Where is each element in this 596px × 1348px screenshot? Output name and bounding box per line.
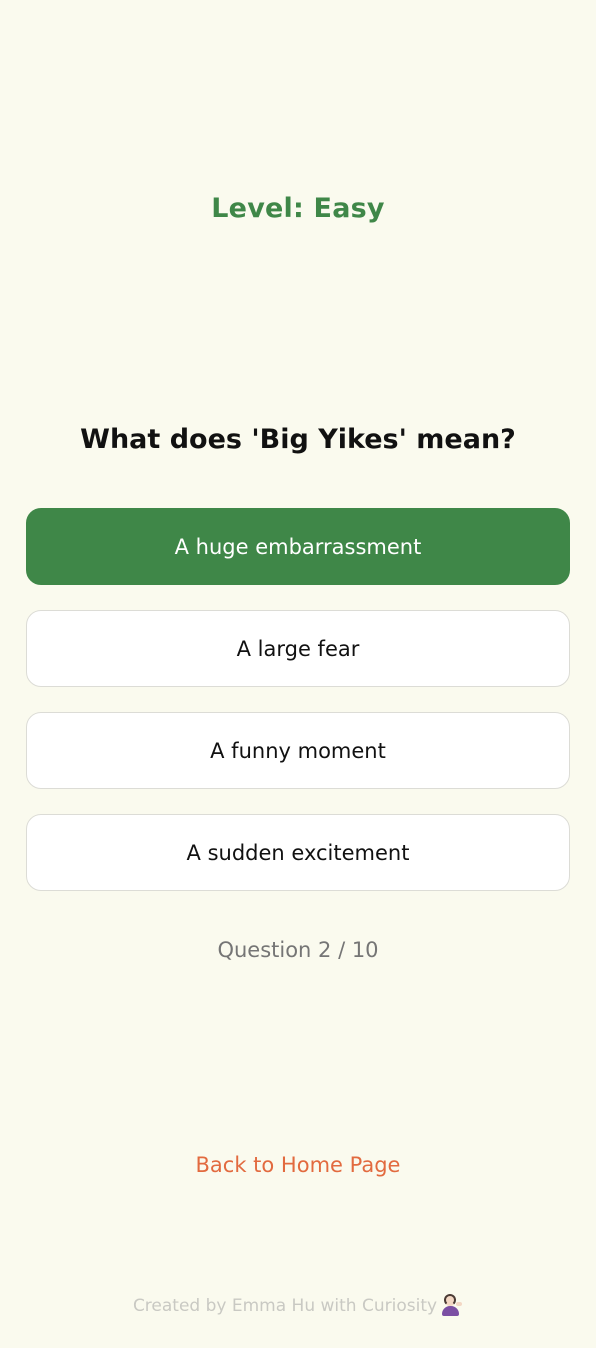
back-to-home-link[interactable]: Back to Home Page: [0, 1153, 596, 1177]
answer-option-1[interactable]: A huge embarrassment: [26, 508, 570, 585]
level-label: Level: Easy: [211, 193, 385, 224]
footer-credit-text: Created by Emma Hu with Curiosity: [132, 1296, 438, 1316]
quiz-page: Level: Easy What does 'Big Yikes' mean? …: [0, 0, 596, 1348]
answer-option-4[interactable]: A sudden excitement: [26, 814, 570, 891]
woman-tipping-hand-icon: [441, 1294, 463, 1316]
question-progress: Question 2 / 10: [217, 938, 379, 962]
footer-credit: Created by Emma Hu with Curiosity: [0, 1294, 596, 1316]
answer-option-3[interactable]: A funny moment: [26, 712, 570, 789]
answer-options: A huge embarrassment A large fear A funn…: [26, 508, 570, 916]
answer-option-2[interactable]: A large fear: [26, 610, 570, 687]
question-text: What does 'Big Yikes' mean?: [80, 424, 516, 455]
